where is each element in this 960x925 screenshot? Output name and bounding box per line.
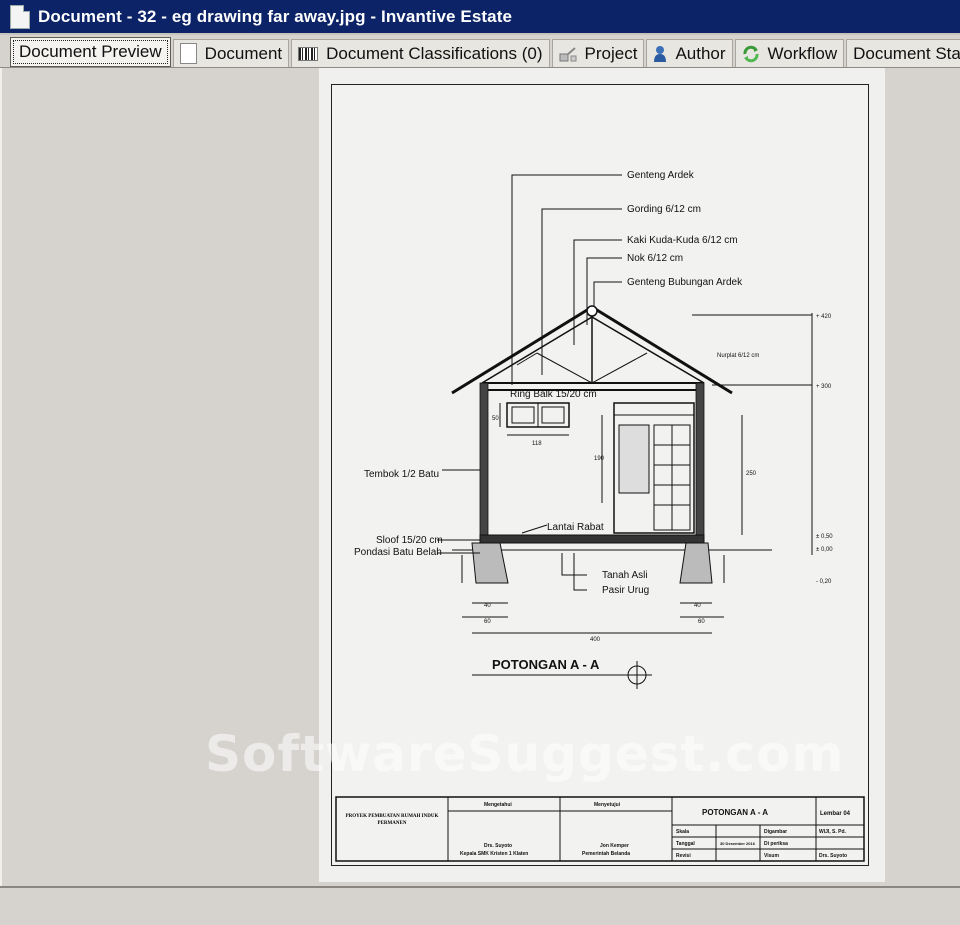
label-pasir: Pasir Urug — [602, 585, 649, 596]
tb-date-label: Tanggal — [676, 841, 695, 847]
tb-checked-label: Mengetahui — [484, 802, 512, 808]
label-sloof: Sloof 15/20 cm — [376, 535, 443, 546]
level-420: + 420 — [816, 314, 832, 320]
tab-label: Workflow — [767, 43, 838, 63]
tb-approved-label: Menyetujui — [594, 802, 621, 808]
preview-image: Genteng Ardek Gording 6/12 cm Kaki Kuda-… — [319, 68, 885, 882]
label-tembok: Tembok 1/2 Batu — [364, 469, 439, 480]
label-genteng-ardek: Genteng Ardek — [627, 170, 695, 181]
tab-workflow[interactable]: Workflow — [734, 39, 845, 67]
label-lantai: Lantai Rabat — [547, 522, 604, 533]
section-title: POTONGAN A - A — [492, 657, 600, 672]
tab-document-preview[interactable]: Document Preview — [10, 37, 171, 67]
tb-drawn-value: WIJI, S. Pd. — [819, 829, 847, 835]
tb-project-wrap: PROYEK PEMBUATAN RUMAH INDUK PERMANEN — [345, 814, 439, 826]
label-nurplat: Nurplat 6/12 cm — [717, 353, 759, 359]
level-050: ± 0,50 — [816, 534, 833, 540]
tb-seen-value: Drs. Suyoto — [819, 853, 847, 859]
project-icon — [559, 46, 577, 62]
tb-checked2-label: Di periksa — [764, 841, 788, 847]
tab-project[interactable]: Project — [551, 39, 645, 67]
level-neg: - 0,20 — [816, 579, 832, 585]
tab-document-status[interactable]: Document Status — [846, 39, 960, 67]
label-pondasi: Pondasi Batu Belah — [354, 547, 442, 558]
label-genteng-bubungan: Genteng Bubungan Ardek — [627, 277, 743, 288]
tab-label: Document Status — [853, 43, 960, 63]
tb-scale-label: Skala — [676, 829, 689, 835]
drawing-sheet: Genteng Ardek Gording 6/12 cm Kaki Kuda-… — [331, 84, 869, 866]
tab-label: Document Preview — [19, 42, 162, 61]
tab-document[interactable]: Document — [172, 39, 290, 67]
label-ring-balk: Ring Balk 15/20 cm — [510, 389, 597, 400]
tb-project: PROYEK PEMBUATAN RUMAH INDUK PERMANEN — [345, 814, 439, 826]
document-icon — [179, 43, 197, 64]
tb-seen-label: Visum — [764, 853, 779, 859]
dim-50: 50 — [492, 416, 499, 422]
architectural-drawing: Genteng Ardek Gording 6/12 cm Kaki Kuda-… — [335, 170, 865, 862]
tab-label: Document — [204, 43, 283, 63]
barcode-icon — [298, 46, 319, 61]
dim-400: 400 — [590, 637, 601, 643]
dim-118: 118 — [532, 441, 542, 447]
tab-document-classifications[interactable]: Document Classifications (0) — [291, 39, 550, 67]
tb-checked-role: Kepala SMK Kristen 1 Klaten — [460, 851, 528, 857]
tab-label: Author — [675, 43, 726, 63]
label-gording: Gording 6/12 cm — [627, 204, 701, 215]
tb-approved-role: Pemerintah Belanda — [582, 851, 630, 857]
tb-approved-name: Jon Kemper — [600, 843, 629, 849]
tb-checked-name: Drs. Suyoto — [484, 843, 512, 849]
level-000: ± 0,00 — [816, 547, 833, 553]
level-300: + 300 — [816, 384, 832, 390]
dim-60-left: 60 — [484, 619, 491, 625]
dim-60-right: 60 — [698, 619, 705, 625]
dim-40-right: 40 — [694, 603, 701, 609]
tb-revision-label: Revisi — [676, 853, 691, 859]
author-icon — [653, 45, 667, 63]
document-app-icon — [10, 4, 30, 29]
tb-date-value: 30 Desember 2016 — [720, 841, 756, 846]
window-title-bar: Document - 32 - eg drawing far away.jpg … — [0, 0, 960, 35]
dim-190: 190 — [594, 456, 605, 462]
document-preview-pane: Genteng Ardek Gording 6/12 cm Kaki Kuda-… — [0, 68, 960, 886]
label-tanah: Tanah Asli — [602, 570, 648, 581]
tb-sheet-title: POTONGAN A - A — [702, 808, 768, 817]
status-bar — [0, 886, 960, 925]
label-nok: Nok 6/12 cm — [627, 253, 683, 264]
dim-250: 250 — [746, 471, 757, 477]
tb-sheet-no: Lembar 04 — [820, 811, 851, 817]
tb-drawn-label: Digambar — [764, 829, 787, 835]
window-title: Document - 32 - eg drawing far away.jpg … — [38, 6, 513, 26]
tab-author[interactable]: Author — [646, 39, 733, 67]
workflow-icon — [742, 45, 760, 63]
tab-bar: Document Preview Document Document Class… — [0, 35, 960, 68]
tab-label: Document Classifications (0) — [326, 43, 543, 63]
dim-40-left: 40 — [484, 603, 491, 609]
tab-label: Project — [584, 43, 638, 63]
label-kaki-kuda: Kaki Kuda-Kuda 6/12 cm — [627, 235, 738, 246]
